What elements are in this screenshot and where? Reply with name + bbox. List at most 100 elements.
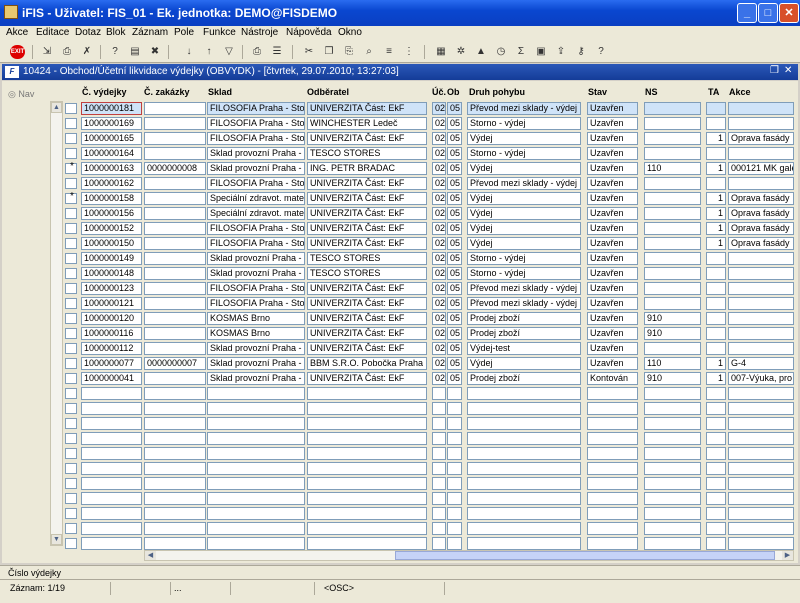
- cell-ta[interactable]: [706, 447, 726, 460]
- cell-stav[interactable]: [587, 447, 638, 460]
- cell-ta[interactable]: [706, 477, 726, 490]
- cell-stav[interactable]: Uzavřen: [587, 117, 638, 130]
- cell-stav[interactable]: [587, 492, 638, 505]
- cell-sklad[interactable]: [207, 387, 305, 400]
- open-query-icon[interactable]: ▤: [128, 45, 142, 59]
- exit-icon[interactable]: EXIT: [10, 45, 25, 59]
- cell-cislo[interactable]: 1000000156: [81, 207, 142, 220]
- row-selector[interactable]: [65, 178, 77, 189]
- cell-ue[interactable]: [432, 447, 446, 460]
- cell-akce[interactable]: Oprava fasády: [728, 207, 794, 220]
- col-ob-header[interactable]: Ob: [447, 87, 460, 97]
- row-selector[interactable]: [65, 448, 77, 459]
- cell-ta[interactable]: 1: [706, 162, 726, 175]
- cell-cislo[interactable]: 1000000152: [81, 222, 142, 235]
- cell-ob[interactable]: 05: [447, 222, 462, 235]
- excel-icon[interactable]: ▣: [534, 45, 548, 59]
- cell-pohyb[interactable]: Převod mezi sklady - výdej: [467, 297, 581, 310]
- cell-odberatel[interactable]: UNIVERZITA Část: EkF: [307, 237, 427, 250]
- cell-zakazka[interactable]: [144, 507, 206, 520]
- cell-akce[interactable]: Oprava fasády: [728, 222, 794, 235]
- cell-ue[interactable]: 02: [432, 357, 446, 370]
- cell-zakazka[interactable]: [144, 477, 206, 490]
- cell-stav[interactable]: Uzavřen: [587, 297, 638, 310]
- cell-cislo[interactable]: [81, 537, 142, 550]
- cell-ob[interactable]: 05: [447, 117, 462, 130]
- cell-odberatel[interactable]: BBM S.R.O. Pobočka Praha: [307, 357, 427, 370]
- cell-odberatel[interactable]: [307, 432, 427, 445]
- cell-ta[interactable]: [706, 252, 726, 265]
- cell-ta[interactable]: [706, 342, 726, 355]
- cell-cislo[interactable]: [81, 477, 142, 490]
- cell-odberatel[interactable]: [307, 447, 427, 460]
- cell-odberatel[interactable]: ING. PETR BRADAC: [307, 162, 427, 175]
- cell-odberatel[interactable]: UNIVERZITA Část: EkF: [307, 372, 427, 385]
- cell-zakazka[interactable]: [144, 522, 206, 535]
- cell-sklad[interactable]: FILOSOFIA Praha - Stor: [207, 132, 305, 145]
- row-selector[interactable]: [65, 103, 77, 114]
- cell-ta[interactable]: [706, 462, 726, 475]
- cell-odberatel[interactable]: WINCHESTER Ledeč: [307, 117, 427, 130]
- cell-odberatel[interactable]: [307, 507, 427, 520]
- cell-ns[interactable]: [644, 132, 701, 145]
- row-selector[interactable]: [65, 403, 77, 414]
- print-icon[interactable]: ⎙: [250, 45, 264, 59]
- cell-sklad[interactable]: FILOSOFIA Praha - Stor: [207, 282, 305, 295]
- cell-zakazka[interactable]: [144, 192, 206, 205]
- cell-ta[interactable]: 1: [706, 222, 726, 235]
- cell-ob[interactable]: 05: [447, 102, 462, 115]
- cell-sklad[interactable]: [207, 522, 305, 535]
- cell-zakazka[interactable]: [144, 117, 206, 130]
- menu-editace[interactable]: Editace: [36, 27, 69, 38]
- cell-zakazka[interactable]: [144, 297, 206, 310]
- cell-ob[interactable]: 05: [447, 327, 462, 340]
- col-akce-header[interactable]: Akce: [729, 87, 751, 97]
- cell-ob[interactable]: [447, 402, 462, 415]
- cell-stav[interactable]: Kontován: [587, 372, 638, 385]
- cell-odberatel[interactable]: [307, 477, 427, 490]
- cell-odberatel[interactable]: [307, 417, 427, 430]
- cell-ob[interactable]: 05: [447, 342, 462, 355]
- cell-odberatel[interactable]: UNIVERZITA Část: EkF: [307, 207, 427, 220]
- cell-stav[interactable]: [587, 477, 638, 490]
- cell-cislo[interactable]: 1000000112: [81, 342, 142, 355]
- cell-stav[interactable]: Uzavřen: [587, 132, 638, 145]
- cell-stav[interactable]: Uzavřen: [587, 237, 638, 250]
- query-icon[interactable]: ?: [108, 45, 122, 59]
- cell-stav[interactable]: Uzavřen: [587, 342, 638, 355]
- cell-stav[interactable]: [587, 522, 638, 535]
- cell-sklad[interactable]: Sklad provozní Praha -: [207, 252, 305, 265]
- cell-ue[interactable]: 02: [432, 207, 446, 220]
- cell-zakazka[interactable]: [144, 327, 206, 340]
- cell-cislo[interactable]: 1000000123: [81, 282, 142, 295]
- cell-ue[interactable]: [432, 387, 446, 400]
- cell-stav[interactable]: [587, 537, 638, 550]
- cell-sklad[interactable]: Sklad provozní Praha -: [207, 357, 305, 370]
- cell-akce[interactable]: [728, 477, 794, 490]
- cell-akce[interactable]: [728, 297, 794, 310]
- cell-ue[interactable]: 02: [432, 222, 446, 235]
- cell-cislo[interactable]: 1000000116: [81, 327, 142, 340]
- cell-cislo[interactable]: 1000000150: [81, 237, 142, 250]
- cell-ns[interactable]: [644, 492, 701, 505]
- cell-sklad[interactable]: Sklad provozní Praha -: [207, 162, 305, 175]
- row-selector[interactable]: [65, 538, 77, 549]
- save-icon[interactable]: ⇲: [40, 45, 54, 59]
- cell-sklad[interactable]: Speciální zdravot. mate: [207, 192, 305, 205]
- cell-cislo[interactable]: 1000000121: [81, 297, 142, 310]
- cell-ob[interactable]: 05: [447, 162, 462, 175]
- cell-odberatel[interactable]: UNIVERZITA Část: EkF: [307, 312, 427, 325]
- cell-ns[interactable]: [644, 102, 701, 115]
- cell-ta[interactable]: 1: [706, 357, 726, 370]
- cell-akce[interactable]: [728, 537, 794, 550]
- cell-odberatel[interactable]: TESCO STORES: [307, 267, 427, 280]
- row-selector[interactable]: [65, 508, 77, 519]
- cell-cislo[interactable]: 1000000163: [81, 162, 142, 175]
- cell-sklad[interactable]: [207, 477, 305, 490]
- cell-ob[interactable]: 05: [447, 147, 462, 160]
- cut-icon[interactable]: ✂: [302, 45, 316, 59]
- cell-ue[interactable]: 02: [432, 282, 446, 295]
- minimize-button[interactable]: _: [737, 3, 757, 23]
- row-selector[interactable]: [65, 433, 77, 444]
- cell-odberatel[interactable]: [307, 402, 427, 415]
